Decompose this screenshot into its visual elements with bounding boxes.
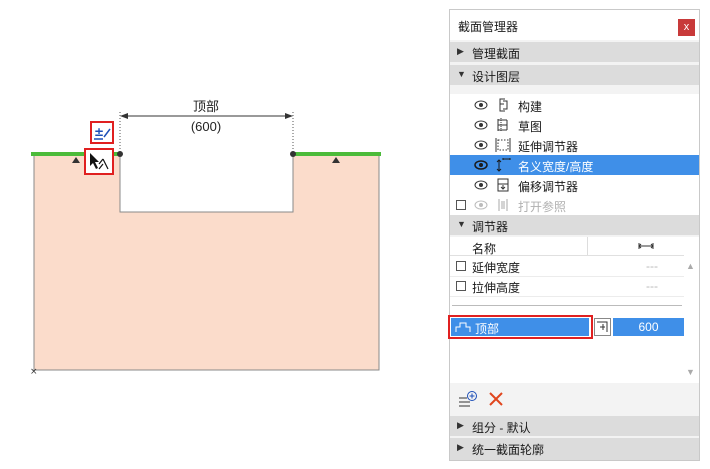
chevron-right-icon: ▶ (457, 420, 464, 430)
dimension-name: 顶部 (192, 99, 219, 114)
adjuster-value: --- (646, 259, 658, 273)
section-label: 设计图层 (472, 70, 521, 84)
chevron-down-icon: ▼ (457, 219, 466, 229)
layer-item[interactable]: 延伸调节器 (450, 135, 699, 155)
eye-icon[interactable] (474, 199, 488, 211)
list-divider (452, 305, 682, 306)
layer-item[interactable]: 构建 (450, 95, 699, 115)
nominal-size-icon (496, 158, 511, 172)
layer-item[interactable]: 打开参照 (450, 195, 699, 215)
panel-title: 截面管理器 (458, 20, 519, 34)
layer-label: 名义宽度/高度 (518, 160, 594, 174)
plus-minus-icon: ± (94, 125, 111, 140)
layer-label: 延伸调节器 (518, 140, 579, 154)
svg-text:±: ± (94, 125, 104, 139)
add-adjuster-icon[interactable] (458, 390, 478, 408)
eye-icon[interactable] (474, 179, 488, 191)
delete-icon[interactable] (488, 391, 504, 407)
adjuster-list: 名称 延伸宽度 --- 拉伸高度 --- 顶部 600 ▲ ▼ (448, 237, 699, 383)
dimension-arrow-right (285, 113, 293, 119)
origin-mark: × (30, 367, 38, 377)
layer-item-selected[interactable]: 名义宽度/高度 (450, 155, 699, 175)
section-adjusters[interactable]: ▼ 调节器 (450, 215, 699, 235)
cursor-indicator (84, 148, 114, 175)
highlight-frame (448, 315, 593, 339)
adjuster-mode-button[interactable] (594, 318, 611, 336)
close-button[interactable]: x (678, 19, 695, 36)
section-design-layers[interactable]: ▼ 设计图层 (450, 65, 699, 85)
stretch-adjuster-icon (495, 138, 511, 152)
adjuster-checkbox[interactable] (456, 281, 466, 291)
layer-label: 偏移调节器 (518, 180, 579, 194)
layer-label: 草图 (518, 120, 543, 134)
adjuster-row-selected[interactable]: 顶部 600 (448, 315, 684, 339)
scroll-down-icon[interactable]: ▼ (686, 367, 695, 377)
adjuster-row[interactable]: 延伸宽度 --- (450, 257, 684, 277)
edge-adjust-icon (597, 321, 608, 332)
adjuster-value: --- (646, 279, 658, 293)
profile-drawing: × (30, 112, 381, 377)
eye-icon[interactable] (474, 139, 488, 151)
adjuster-checkbox[interactable] (456, 261, 466, 271)
width-icon (638, 243, 654, 249)
section-manage-profiles[interactable]: ▶ 管理截面 (450, 42, 699, 62)
layer-label: 打开参照 (518, 200, 567, 214)
node-dot-left (117, 151, 123, 157)
section-label: 调节器 (472, 220, 509, 234)
eye-icon[interactable] (474, 119, 488, 131)
pointer-cursor-icon (90, 153, 109, 170)
section-unified-outline[interactable]: ▶ 统一截面轮廓 (450, 438, 699, 460)
profile-manager-panel: 截面管理器 x ▶ 管理截面 ▼ 设计图层 构建 草图 延伸调节器 名义宽度/高… (448, 9, 700, 461)
profile-shape (33, 153, 380, 371)
eye-icon[interactable] (474, 159, 488, 171)
layer-item[interactable]: 草图 (450, 115, 699, 135)
panel-titlebar[interactable]: 截面管理器 x (450, 10, 699, 40)
dimension-value: (600) (190, 119, 222, 134)
adjuster-label: 延伸宽度 (472, 261, 521, 275)
section-label: 管理截面 (472, 47, 521, 61)
layer-list: 构建 草图 延伸调节器 名义宽度/高度 偏移调节器 打开参照 (450, 94, 699, 224)
section-components[interactable]: ▶ 组分 - 默认 (450, 416, 699, 436)
adjuster-label: 拉伸高度 (472, 281, 521, 295)
name-column-header: 名称 (472, 242, 497, 256)
section-label: 统一截面轮廓 (472, 443, 545, 457)
add-adjuster-button[interactable]: ± (90, 121, 114, 144)
adjuster-column-header: 名称 (450, 237, 684, 256)
layer-item[interactable]: 偏移调节器 (450, 175, 699, 195)
chevron-right-icon: ▶ (457, 442, 464, 452)
offset-adjuster-icon (497, 178, 509, 192)
chevron-down-icon: ▼ (457, 69, 466, 79)
adjuster-toolbar (450, 386, 699, 412)
column-divider (587, 237, 588, 255)
construction-icon (499, 98, 508, 112)
layer-checkbox[interactable] (456, 200, 466, 210)
node-dot-right (290, 151, 296, 157)
dimension-arrow-left (120, 113, 128, 119)
adjuster-row[interactable]: 拉伸高度 --- (450, 277, 684, 297)
reference-icon (498, 199, 508, 211)
layer-label: 构建 (518, 100, 543, 114)
section-label: 组分 - 默认 (472, 421, 531, 435)
chevron-right-icon: ▶ (457, 46, 464, 56)
scroll-up-icon[interactable]: ▲ (686, 261, 695, 271)
eye-icon[interactable] (474, 99, 488, 111)
drawing-canvas[interactable]: × 顶部 (600) ± (0, 0, 445, 469)
selected-adjuster-value[interactable]: 600 (613, 318, 684, 336)
sketch-icon (497, 118, 508, 132)
